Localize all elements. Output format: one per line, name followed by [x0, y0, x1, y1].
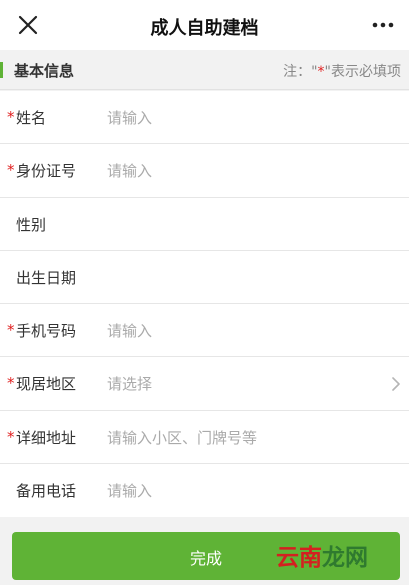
required-marker: *: [7, 374, 15, 393]
basic-info-form: * 姓名 请输入 * 身份证号 请输入 性别 出生日期 * 手机号码 请输入 *…: [0, 91, 409, 518]
required-marker: *: [7, 108, 15, 126]
name-input[interactable]: 请输入: [107, 107, 152, 128]
form-row-region[interactable]: * 现居地区 请选择: [0, 357, 409, 411]
field-label: 出生日期: [16, 268, 77, 287]
field-label: 备用电话: [16, 482, 77, 501]
chevron-right-icon[interactable]: [391, 376, 401, 392]
note-prefix: 注：": [283, 64, 318, 80]
field-label: 现居地区: [16, 375, 77, 394]
required-marker: *: [7, 321, 15, 340]
field-label: 身份证号: [16, 162, 77, 181]
done-button[interactable]: 完成: [12, 532, 400, 580]
page-title: 成人自助建档: [150, 18, 259, 39]
top-navigation-bar: 成人自助建档: [0, 0, 409, 50]
backup-phone-input[interactable]: 请输入: [107, 480, 152, 501]
form-row-birth-date[interactable]: 出生日期: [0, 251, 409, 305]
form-row-phone[interactable]: * 手机号码 请输入: [0, 304, 409, 358]
region-select[interactable]: 请选择: [107, 373, 152, 394]
done-button-label: 完成: [189, 549, 222, 568]
id-number-input[interactable]: 请输入: [107, 160, 152, 181]
field-label: 姓名: [16, 109, 47, 127]
form-row-gender[interactable]: 性别: [0, 198, 409, 251]
required-marker: *: [7, 161, 15, 180]
required-marker: *: [7, 427, 15, 446]
section-accent-bar: [0, 62, 3, 78]
field-label: 详细地址: [16, 428, 77, 447]
section-header-basic-info: 基本信息 注："*"表示必填项: [0, 50, 409, 90]
field-label: 性别: [16, 215, 47, 234]
section-title: 基本信息: [14, 62, 75, 80]
field-label: 手机号码: [16, 322, 77, 341]
phone-input[interactable]: 请输入: [107, 320, 152, 341]
note-suffix: "表示必填项: [324, 64, 401, 80]
form-row-address[interactable]: * 详细地址 请输入小区、门牌号等: [0, 411, 409, 465]
address-input[interactable]: 请输入小区、门牌号等: [107, 427, 257, 448]
note-star: *: [317, 64, 325, 80]
form-row-name[interactable]: * 姓名 请输入: [0, 91, 409, 145]
required-fields-note: 注："*"表示必填项: [283, 61, 401, 81]
form-row-backup-phone[interactable]: 备用电话 请输入: [0, 464, 409, 517]
form-row-id-number[interactable]: * 身份证号 请输入: [0, 144, 409, 198]
more-dots-icon[interactable]: [369, 14, 397, 36]
